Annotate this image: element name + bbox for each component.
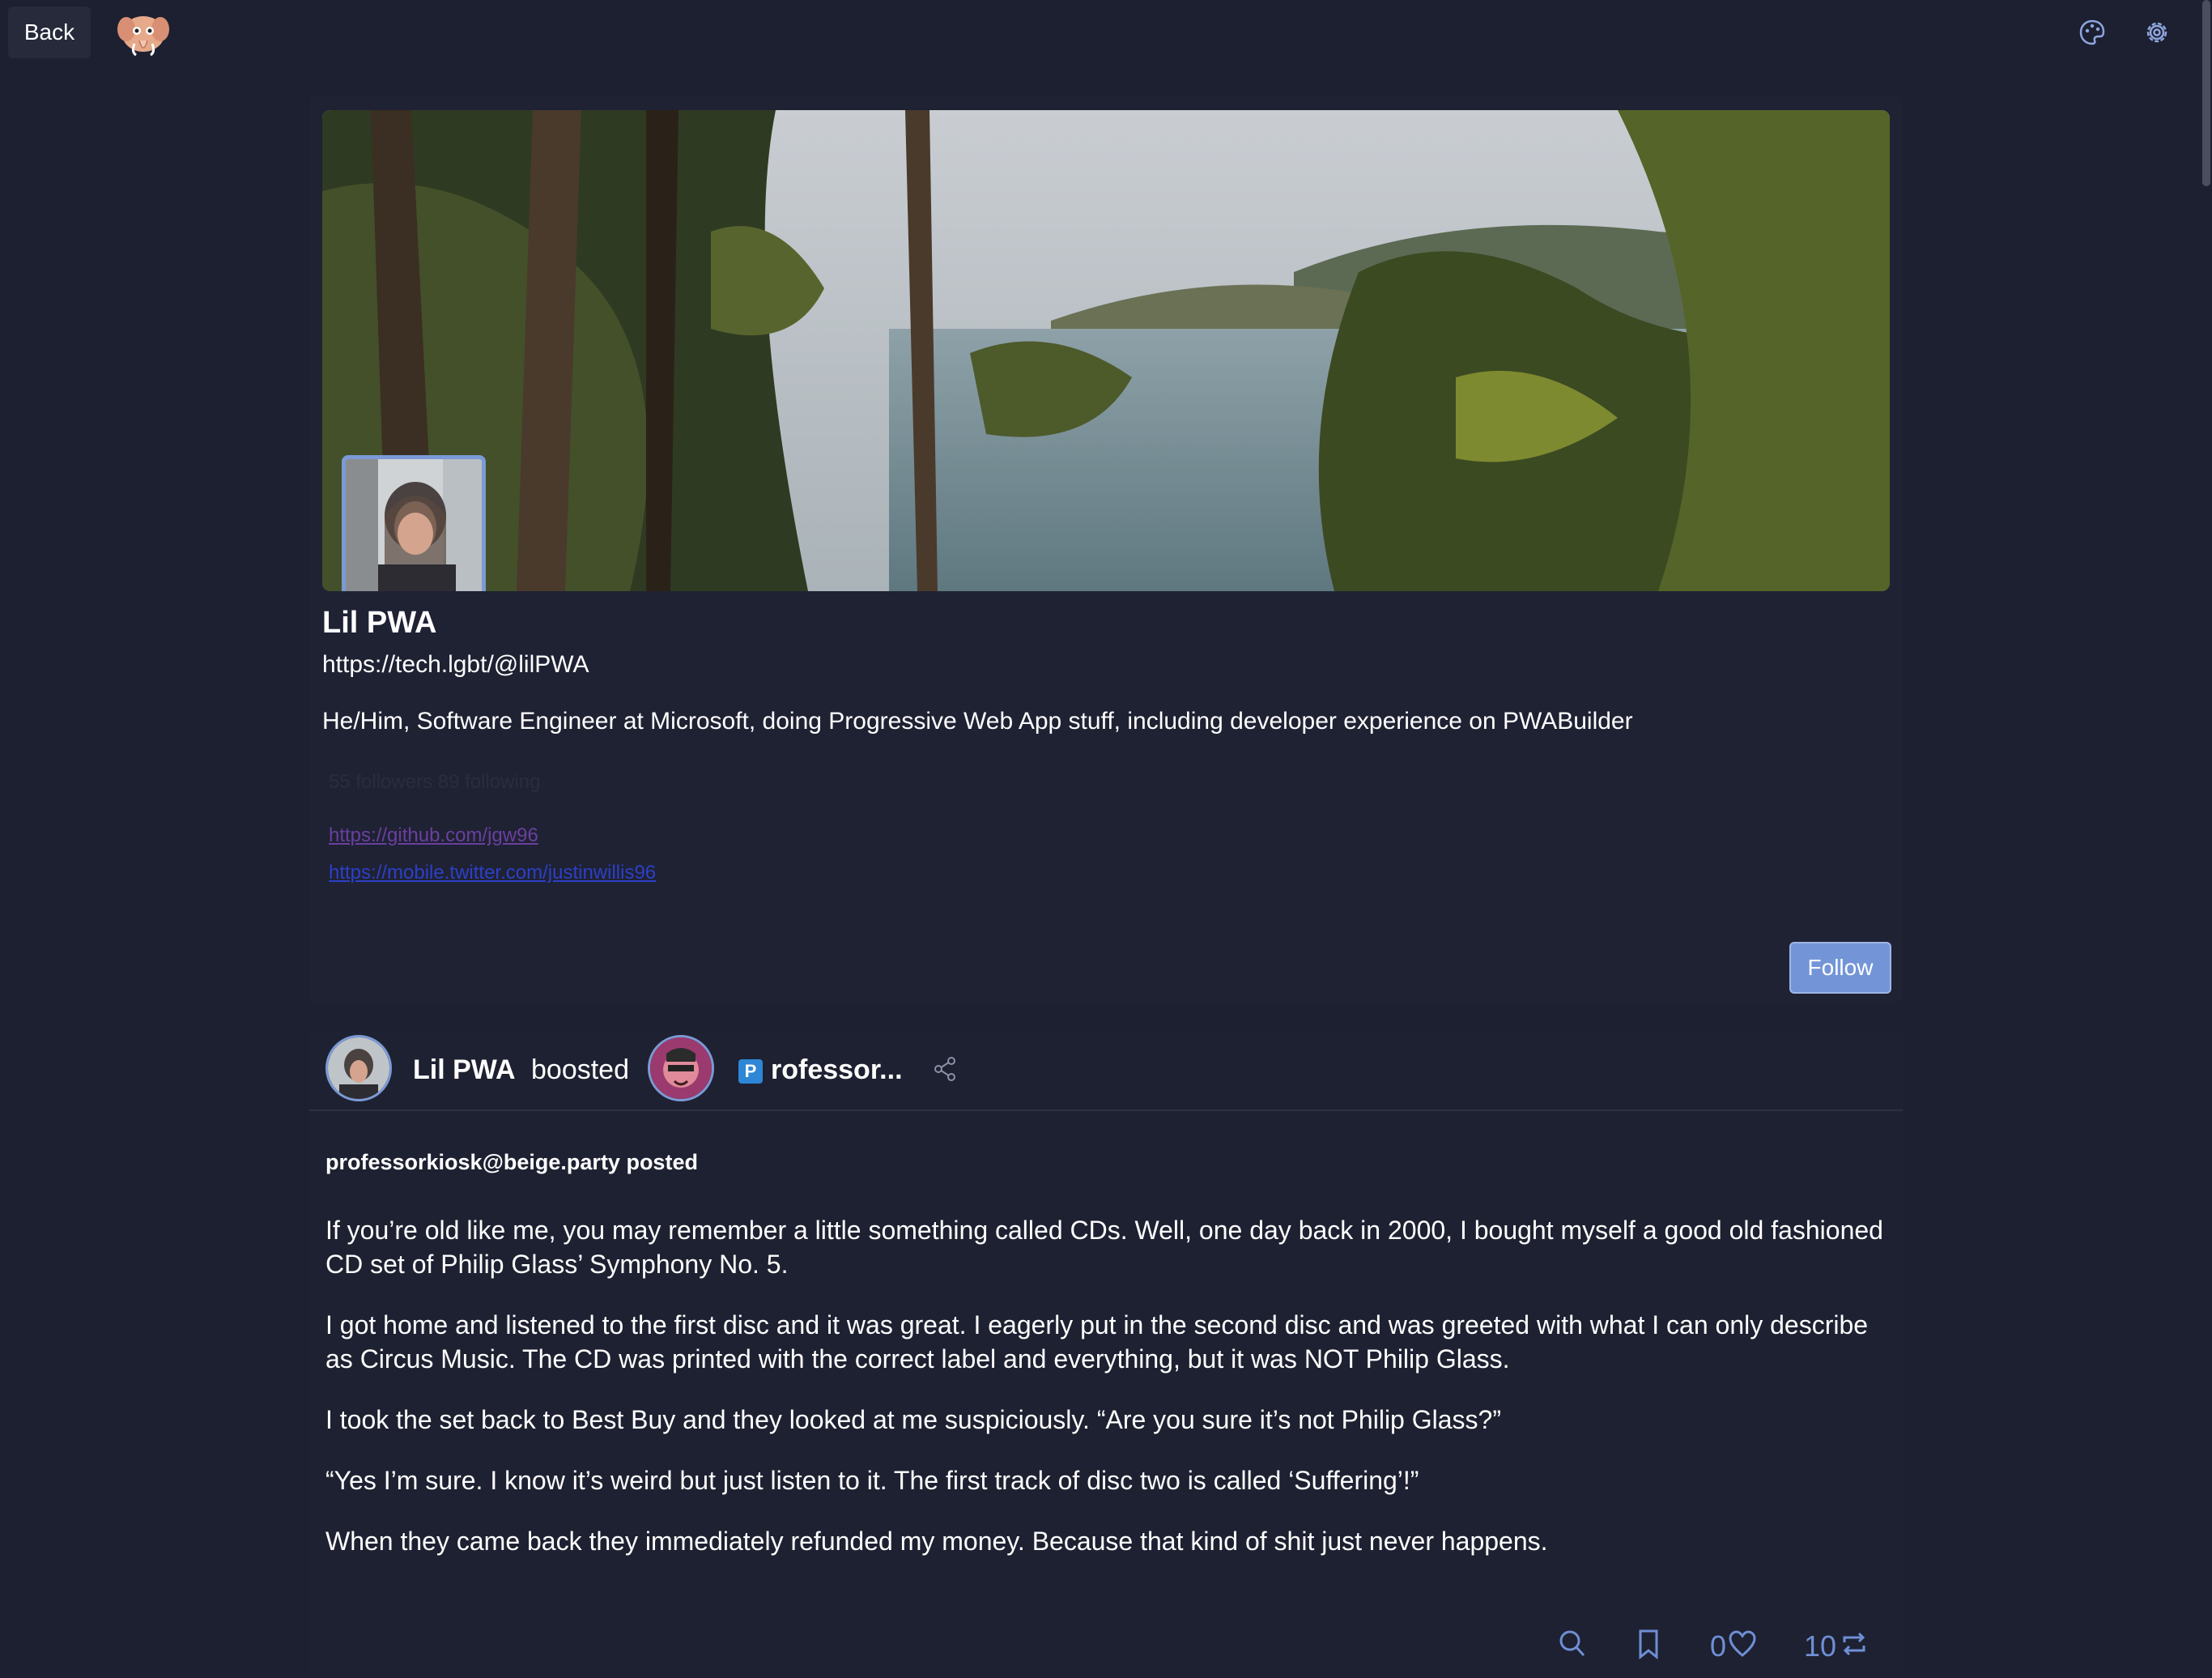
profile-link-github[interactable]: https://github.com/jgw96 xyxy=(329,824,538,847)
share-icon[interactable] xyxy=(933,1056,957,1082)
palette-icon[interactable] xyxy=(2076,16,2108,49)
post-body: If you’re old like me, you may remember … xyxy=(325,1213,1888,1585)
booster-avatar[interactable] xyxy=(325,1035,392,1101)
back-button[interactable]: Back xyxy=(8,6,91,58)
profile-url: https://tech.lgbt/@lilPWA xyxy=(322,651,589,678)
scrollbar-thumb[interactable] xyxy=(2202,0,2210,186)
profile-avatar[interactable] xyxy=(342,455,486,591)
post-paragraph: “Yes I’m sure. I know it’s weird but jus… xyxy=(325,1466,1419,1495)
post-paragraph: I got home and listened to the first dis… xyxy=(325,1310,1869,1373)
original-author-name[interactable]: rofessor... xyxy=(771,1054,903,1086)
boosted-label: boosted xyxy=(531,1054,629,1085)
top-bar: Back xyxy=(0,0,2212,68)
profile-banner-image xyxy=(322,110,1890,591)
profile-bio: He/Him, Software Engineer at Microsoft, … xyxy=(322,708,1633,735)
posted-by-label: professorkiosk@beige.party posted xyxy=(325,1150,698,1174)
follow-counts: 55 followers 89 following xyxy=(329,771,541,793)
gear-icon[interactable] xyxy=(2141,16,2173,49)
boost-icon[interactable] xyxy=(1840,1628,1869,1660)
original-author-avatar[interactable] xyxy=(648,1035,714,1101)
post-header: Lil PWA boosted P rofessor... xyxy=(309,1030,1903,1111)
profile-link-twitter[interactable]: https://mobile.twitter.com/justinwillis9… xyxy=(329,862,656,884)
search-icon[interactable] xyxy=(1558,1628,1587,1660)
profile-card: Lil PWA https://tech.lgbt/@lilPWA He/Him… xyxy=(309,96,1903,1003)
mastodon-mascot-logo[interactable] xyxy=(115,5,172,62)
original-author-badge: P xyxy=(738,1059,763,1084)
post-paragraph: When they came back they immediately ref… xyxy=(325,1527,1548,1556)
post-actions: 0 10 xyxy=(309,1621,1903,1670)
profile-display-name: Lil PWA xyxy=(322,606,437,640)
boosted-post-card: Lil PWA boosted P rofessor... professork… xyxy=(309,1030,1903,1678)
follow-button[interactable]: Follow xyxy=(1789,942,1891,994)
post-paragraph: If you’re old like me, you may remember … xyxy=(325,1216,1883,1279)
post-paragraph: I took the set back to Best Buy and they… xyxy=(325,1405,1501,1434)
bookmark-icon[interactable] xyxy=(1634,1628,1663,1660)
heart-icon[interactable] xyxy=(1728,1628,1757,1660)
booster-name[interactable]: Lil PWA xyxy=(413,1054,516,1086)
